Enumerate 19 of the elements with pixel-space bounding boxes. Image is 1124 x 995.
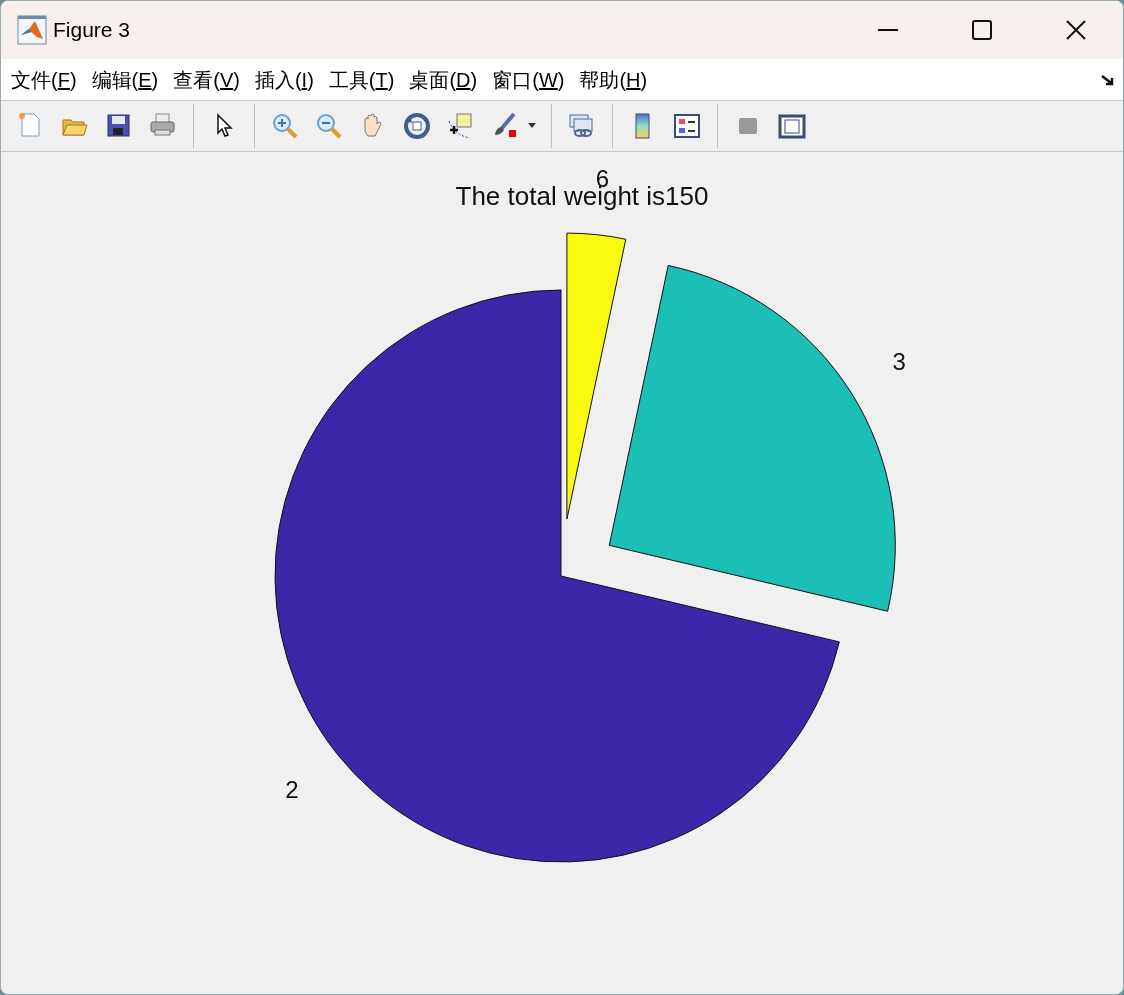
dock-arrow-icon[interactable] xyxy=(1101,73,1115,86)
window-title: Figure 3 xyxy=(53,17,131,44)
close-icon xyxy=(1066,20,1086,40)
menu-item[interactable]: 编辑(E) xyxy=(91,69,159,90)
maximize-icon xyxy=(972,20,992,40)
menu-item[interactable]: 桌面(D) xyxy=(409,69,478,90)
zoom-in-icon[interactable] xyxy=(270,111,300,141)
slice-label: 3 xyxy=(892,348,906,376)
rotate-icon[interactable] xyxy=(402,111,432,141)
menu-item[interactable]: 工具(T) xyxy=(328,69,395,90)
menu-item[interactable]: 帮助(H) xyxy=(579,69,648,90)
minimize-icon xyxy=(878,29,898,31)
menu-item[interactable]: 插入(I) xyxy=(254,69,314,90)
menu-item[interactable]: 文件(F) xyxy=(11,69,77,90)
menu-item[interactable]: 窗口(W) xyxy=(492,69,565,90)
legend-icon[interactable] xyxy=(672,111,702,141)
app-logo-icon xyxy=(17,15,47,45)
slice-label: 2 xyxy=(285,775,299,803)
menu-item[interactable]: 查看(V) xyxy=(173,69,240,90)
